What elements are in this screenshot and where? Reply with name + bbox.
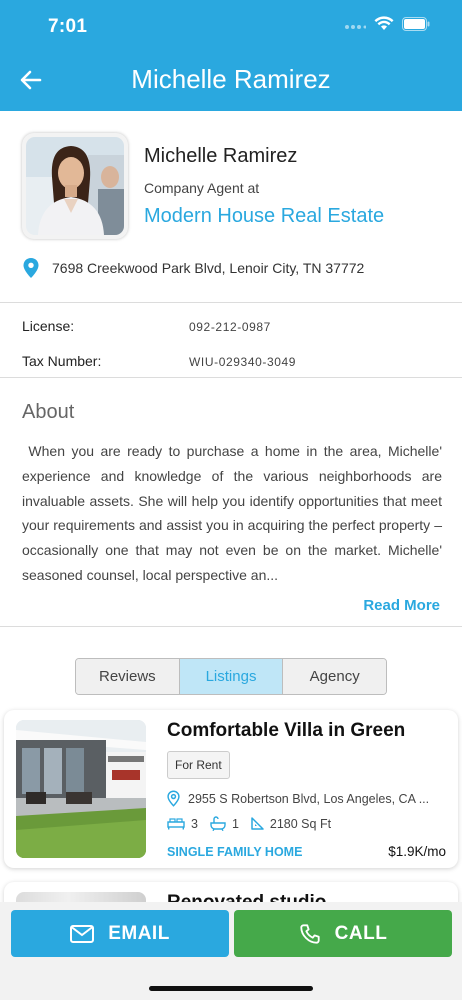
ruler-icon xyxy=(251,817,264,830)
page-title: Michelle Ramirez xyxy=(131,64,331,94)
bath-icon xyxy=(210,816,226,831)
map-pin-icon xyxy=(23,258,39,278)
baths-count: 1 xyxy=(231,816,239,831)
tax-number-label: Tax Number: xyxy=(22,353,102,369)
agent-photo xyxy=(26,137,124,235)
listing-type: SINGLE FAMILY HOME xyxy=(167,845,303,859)
agent-name: Michelle Ramirez xyxy=(144,145,298,167)
avatar xyxy=(22,133,128,239)
area-value: 2180 Sq Ft xyxy=(269,816,332,831)
villa-photo xyxy=(16,720,146,858)
listing-address: 2955 S Robertson Blvd, Los Angeles, CA .… xyxy=(167,790,429,807)
wifi-icon xyxy=(374,16,394,30)
listing-address-text: 2955 S Robertson Blvd, Los Angeles, CA .… xyxy=(188,791,430,806)
home-indicator xyxy=(149,986,313,991)
tab-agency[interactable]: Agency xyxy=(283,659,386,694)
map-pin-icon xyxy=(167,790,180,807)
tab-reviews[interactable]: Reviews xyxy=(76,659,180,694)
phone-icon xyxy=(300,923,320,944)
about-text: When you are ready to purchase a home in… xyxy=(22,443,442,583)
email-button[interactable]: EMAIL xyxy=(11,910,229,957)
bed-icon xyxy=(167,817,185,829)
license-value: 092-212-0987 xyxy=(189,320,271,334)
status-icons xyxy=(344,16,430,31)
battery-icon xyxy=(402,16,430,31)
address-row: 7698 Creekwood Park Blvd, Lenoir City, T… xyxy=(22,257,364,279)
agent-company-link[interactable]: Modern House Real Estate xyxy=(144,205,384,228)
agent-address: 7698 Creekwood Park Blvd, Lenoir City, T… xyxy=(52,260,365,276)
listing-photo xyxy=(16,720,146,858)
listing-title: Comfortable Villa in Green xyxy=(167,720,406,741)
feature-baths: 1 xyxy=(210,816,239,831)
listing-card[interactable]: Comfortable Villa in Green For Rent 2955… xyxy=(4,710,458,868)
listing-status-badge: For Rent xyxy=(167,751,230,779)
about-heading: About xyxy=(22,401,75,423)
listing-features: 3 1 2180 Sq Ft xyxy=(167,816,343,831)
call-button-label: CALL xyxy=(334,922,388,944)
cellular-signal-icon xyxy=(345,24,366,29)
app-header: 7:01 Michelle Ramirez xyxy=(0,0,462,111)
tab-listings[interactable]: Listings xyxy=(179,659,284,694)
license-label: License: xyxy=(22,318,75,334)
divider xyxy=(0,302,462,303)
feature-beds: 3 xyxy=(167,817,198,831)
segmented-tabs: Reviews Listings Agency xyxy=(75,658,387,695)
divider xyxy=(0,626,462,627)
listing-price: $1.9K/mo xyxy=(388,844,446,859)
read-more-link[interactable]: Read More xyxy=(363,597,440,614)
status-time: 7:01 xyxy=(48,16,88,37)
bottom-action-bar: EMAIL CALL xyxy=(0,902,462,1000)
tax-number-value: WIU-029340-3049 xyxy=(189,355,297,369)
email-button-label: EMAIL xyxy=(108,922,170,944)
agent-role: Company Agent at xyxy=(144,180,260,196)
call-button[interactable]: CALL xyxy=(234,910,452,957)
beds-count: 3 xyxy=(191,816,198,831)
mail-icon xyxy=(70,924,95,943)
feature-area: 2180 Sq Ft xyxy=(251,817,331,831)
divider xyxy=(0,377,462,378)
